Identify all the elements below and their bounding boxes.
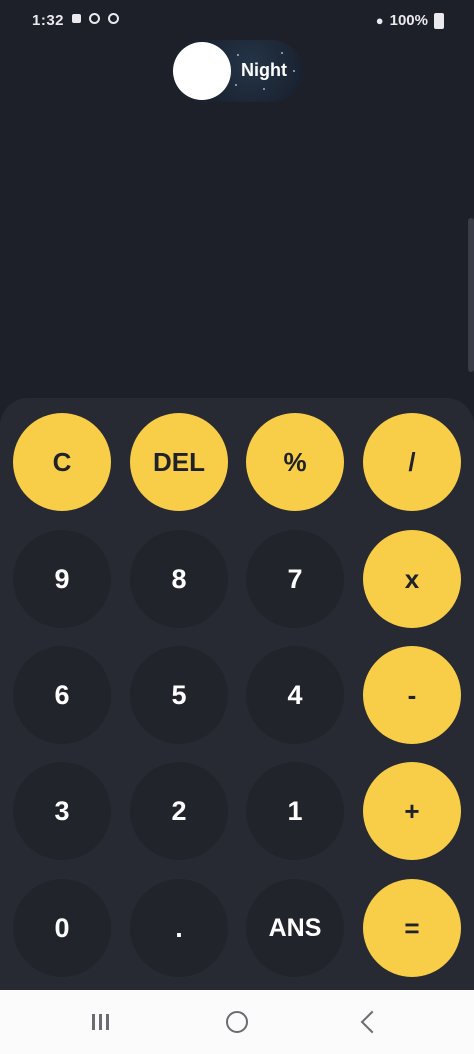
wifi-icon: ● — [375, 13, 384, 28]
system-nav-bar — [0, 990, 474, 1054]
star-decoration — [263, 88, 265, 90]
calculator-screen: 1:32 ● 100% Night C DEL % / 9 8 7 x 6 5 … — [0, 0, 474, 1054]
percent-button[interactable]: % — [246, 413, 344, 511]
digit-5-button[interactable]: 5 — [130, 646, 228, 744]
recents-bar — [92, 1014, 95, 1030]
sync-icon — [108, 13, 119, 24]
toggle-knob[interactable] — [173, 42, 231, 100]
digit-6-button[interactable]: 6 — [13, 646, 111, 744]
digit-1-button[interactable]: 1 — [246, 762, 344, 860]
divide-button[interactable]: / — [363, 413, 461, 511]
digit-3-button[interactable]: 3 — [13, 762, 111, 860]
battery-icon — [434, 12, 444, 29]
scroll-indicator[interactable] — [468, 218, 474, 372]
status-bar: 1:32 ● 100% — [0, 0, 474, 40]
decimal-button[interactable]: . — [130, 879, 228, 977]
clear-button[interactable]: C — [13, 413, 111, 511]
digit-8-button[interactable]: 8 — [130, 530, 228, 628]
status-time: 1:32 — [32, 12, 65, 29]
recents-icon[interactable] — [92, 1014, 109, 1030]
status-left-icons — [72, 13, 119, 24]
display-area — [0, 110, 474, 395]
toggle-label: Night — [241, 60, 287, 80]
subtract-button[interactable]: - — [363, 646, 461, 744]
digit-2-button[interactable]: 2 — [130, 762, 228, 860]
home-icon[interactable] — [226, 1011, 248, 1033]
location-icon — [89, 13, 100, 24]
delete-button[interactable]: DEL — [130, 413, 228, 511]
equals-button[interactable]: = — [363, 879, 461, 977]
back-icon[interactable] — [360, 1010, 384, 1034]
digit-0-button[interactable]: 0 — [13, 879, 111, 977]
digit-9-button[interactable]: 9 — [13, 530, 111, 628]
multiply-button[interactable]: x — [363, 530, 461, 628]
star-decoration — [237, 54, 239, 56]
status-right: ● 100% — [376, 12, 444, 29]
star-decoration — [281, 52, 283, 54]
battery-level: 100% — [389, 12, 428, 29]
digit-7-button[interactable]: 7 — [246, 530, 344, 628]
digit-4-button[interactable]: 4 — [246, 646, 344, 744]
theme-toggle[interactable]: Night — [171, 40, 303, 102]
keypad: C DEL % / 9 8 7 x 6 5 4 - 3 2 1 + 0 . AN… — [0, 398, 474, 990]
recents-bar — [99, 1014, 102, 1030]
star-decoration — [293, 70, 295, 72]
notification-dot-icon — [72, 14, 81, 23]
star-decoration — [235, 84, 237, 86]
recents-bar — [106, 1014, 109, 1030]
add-button[interactable]: + — [363, 762, 461, 860]
answer-button[interactable]: ANS — [246, 879, 344, 977]
